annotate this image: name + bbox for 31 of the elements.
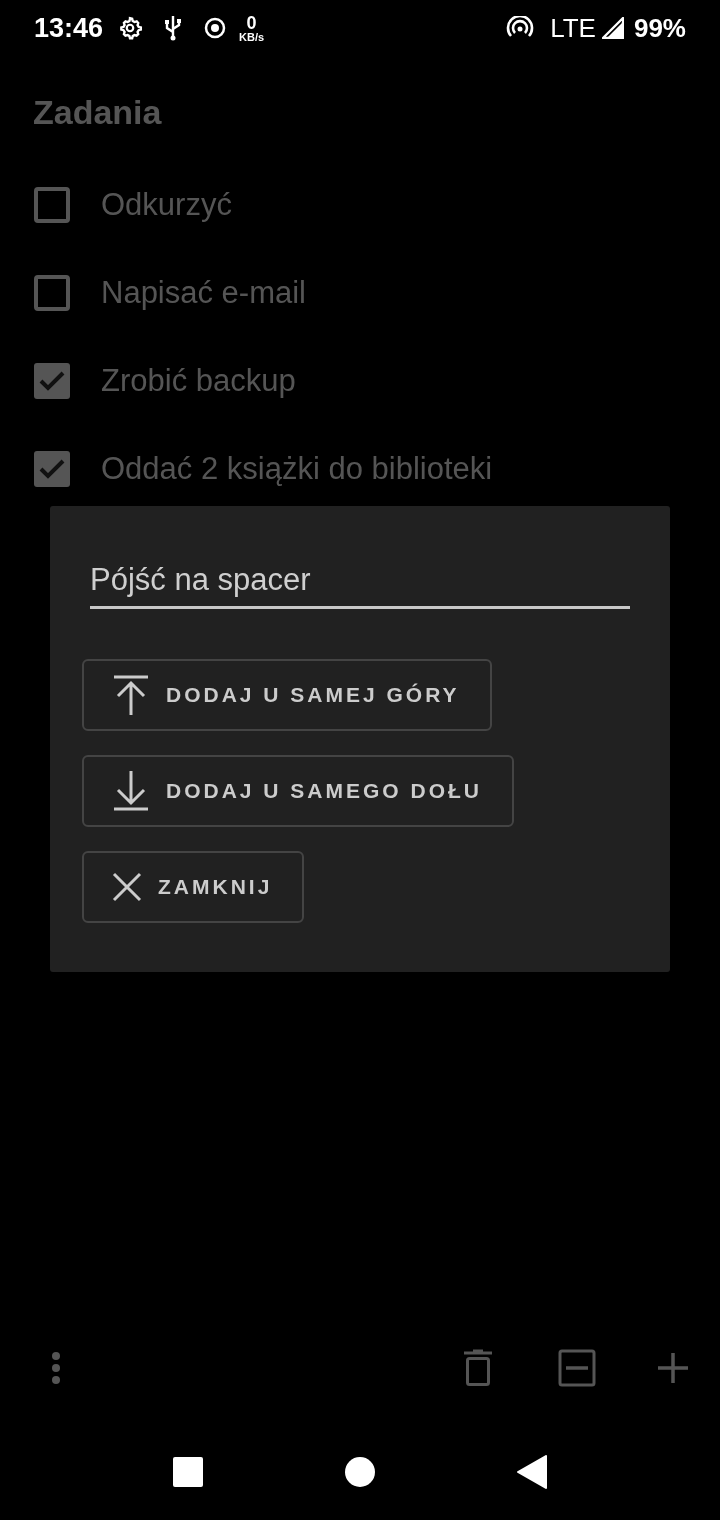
network-type: LTE — [550, 11, 596, 45]
close-icon — [112, 872, 142, 902]
add-icon[interactable] — [657, 1352, 689, 1384]
screen-title: Zadania — [33, 92, 163, 132]
gear-icon — [117, 15, 144, 41]
record-icon — [203, 16, 228, 40]
task-label: Odkurzyć — [101, 185, 232, 224]
upload-arrow-icon — [112, 674, 150, 716]
back-icon[interactable] — [517, 1455, 547, 1489]
task-label: Napisać e-mail — [101, 273, 306, 312]
task-input-field[interactable]: Pójść na spacer — [90, 560, 630, 609]
task-label: Oddać 2 książki do biblioteki — [101, 449, 493, 488]
signal-icon — [601, 17, 624, 39]
download-arrow-icon — [112, 770, 150, 812]
speed-value: 0 — [246, 13, 257, 32]
battery-level: 99% — [633, 11, 686, 45]
minus-box-icon[interactable] — [558, 1349, 596, 1387]
task-label: Zrobić backup — [101, 361, 296, 400]
trash-icon[interactable] — [463, 1349, 493, 1387]
checkbox[interactable] — [34, 187, 70, 223]
dialog-button[interactable]: DODAJ U SAMEGO DOŁU — [82, 755, 514, 827]
clock: 13:46 — [34, 11, 104, 45]
checkbox[interactable] — [34, 275, 70, 311]
checkbox[interactable] — [34, 451, 70, 487]
home-icon[interactable] — [345, 1457, 375, 1487]
dialog-button[interactable]: DODAJ U SAMEJ GÓRY — [82, 659, 492, 731]
more-options-icon[interactable] — [50, 1351, 62, 1385]
usb-icon — [163, 14, 184, 42]
checkbox[interactable] — [34, 363, 70, 399]
dialog-button[interactable]: ZAMKNIJ — [82, 851, 305, 923]
speed-unit: KB/s — [239, 31, 265, 43]
